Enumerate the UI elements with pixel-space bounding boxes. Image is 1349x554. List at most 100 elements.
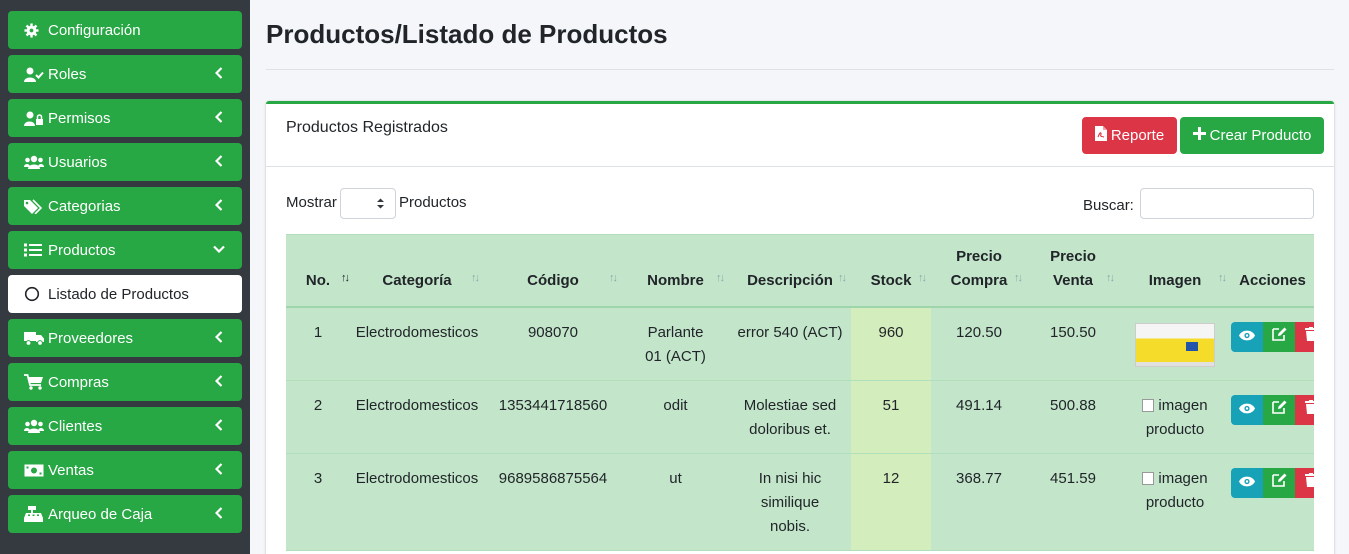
th-codigo[interactable]: Código ↑↓ xyxy=(484,235,622,307)
th-label: Código xyxy=(527,272,579,289)
users-icon xyxy=(24,154,46,170)
sidebar-item-listado-productos[interactable]: Listado de Productos xyxy=(8,275,242,313)
broken-image-icon xyxy=(1142,472,1155,485)
sidebar-item-roles[interactable]: Roles xyxy=(8,55,242,93)
list-icon xyxy=(24,242,46,258)
th-label: Nombre xyxy=(647,272,704,289)
chevron-left-icon xyxy=(212,198,226,212)
sidebar-item-categorias[interactable]: Categorias xyxy=(8,187,242,225)
th-label: Descripción xyxy=(747,272,833,289)
cell-stock: 51 xyxy=(851,381,931,453)
chevron-left-icon xyxy=(212,374,226,388)
sidebar-item-permisos[interactable]: Permisos xyxy=(8,99,242,137)
cell-categoria: Electrodomesticos xyxy=(355,397,479,414)
cell-acciones xyxy=(1231,308,1314,380)
delete-button[interactable] xyxy=(1295,468,1314,498)
th-no[interactable]: No. ↑↓ xyxy=(286,235,350,307)
create-label: Crear Producto xyxy=(1209,127,1312,144)
sort-icon: ↑↓ xyxy=(471,272,480,284)
cell-descripcion: In nisi hic similique nobis. xyxy=(758,470,822,535)
sidebar-item-label: Permisos xyxy=(48,109,111,127)
view-button[interactable] xyxy=(1231,395,1263,425)
show-label: Mostrar xyxy=(286,194,337,211)
search-input[interactable] xyxy=(1140,188,1314,219)
main-content: Productos/Listado de Productos Productos… xyxy=(250,0,1349,554)
chevron-left-icon xyxy=(212,462,226,476)
edit-button[interactable] xyxy=(1263,468,1295,498)
table-row: 2 Electrodomesticos 1353441718560 odit M… xyxy=(286,381,1314,454)
th-categoria[interactable]: Categoría ↑↓ xyxy=(350,235,484,307)
sidebar-item-label: Ventas xyxy=(48,461,94,479)
cell-nombre: odit xyxy=(663,397,688,414)
sidebar-item-usuarios[interactable]: Usuarios xyxy=(8,143,242,181)
sidebar-item-productos[interactable]: Productos xyxy=(8,231,242,269)
sidebar-item-compras[interactable]: Compras xyxy=(8,363,242,401)
cash-register-icon xyxy=(24,506,46,522)
cell-descripcion: error 540 (ACT) xyxy=(737,324,843,341)
th-label: Precio Venta xyxy=(1050,248,1096,289)
cell-acciones xyxy=(1231,454,1314,550)
edit-icon xyxy=(1271,325,1287,349)
th-stock[interactable]: Stock ↑↓ xyxy=(851,235,931,307)
view-button[interactable] xyxy=(1231,322,1263,352)
cell-precio-venta: 500.88 xyxy=(1050,397,1096,414)
file-pdf-icon xyxy=(1094,126,1107,145)
cell-no: 1 xyxy=(313,324,323,341)
broken-image-icon xyxy=(1142,399,1155,412)
cart-icon xyxy=(24,374,46,390)
action-buttons xyxy=(1231,322,1314,352)
view-button[interactable] xyxy=(1231,468,1263,498)
sidebar-item-clientes[interactable]: Clientes xyxy=(8,407,242,445)
sort-icon: ↑↓ xyxy=(1106,272,1115,284)
cell-codigo: 908070 xyxy=(527,324,579,341)
sidebar-item-label: Clientes xyxy=(48,417,103,435)
th-precio-compra[interactable]: Precio Compra ↑↓ xyxy=(931,235,1027,307)
create-product-button[interactable]: Crear Producto xyxy=(1180,117,1324,154)
card-header: Productos Registrados Reporte Crear Prod… xyxy=(266,104,1334,167)
truck-icon xyxy=(24,330,46,346)
search-label: Buscar: xyxy=(1083,197,1134,214)
user-lock-icon xyxy=(24,110,46,126)
edit-button[interactable] xyxy=(1263,322,1295,352)
cell-precio-venta: 150.50 xyxy=(1050,324,1096,341)
action-buttons xyxy=(1231,395,1314,425)
image-alt-text: imagen producto xyxy=(1145,397,1208,438)
cell-precio-compra: 120.50 xyxy=(956,324,1002,341)
chevron-left-icon xyxy=(212,330,226,344)
chevron-left-icon xyxy=(212,66,226,80)
sidebar-item-configuracion[interactable]: Configuración xyxy=(8,11,242,49)
sidebar-item-ventas[interactable]: Ventas xyxy=(8,451,242,489)
products-table: No. ↑↓ Categoría ↑↓ Código ↑↓ Nombre ↑↓ Desc… xyxy=(286,234,1314,551)
chevron-down-icon xyxy=(212,242,226,256)
th-nombre[interactable]: Nombre ↑↓ xyxy=(622,235,729,307)
th-descripcion[interactable]: Descripción ↑↓ xyxy=(729,235,851,307)
sidebar-item-label: Proveedores xyxy=(48,329,134,347)
action-buttons xyxy=(1231,468,1314,498)
sidebar-item-arqueo-caja[interactable]: Arqueo de Caja xyxy=(8,495,242,533)
sort-icon: ↑↓ xyxy=(716,272,725,284)
cell-descripcion: Molestiae sed doloribus et. xyxy=(743,397,837,438)
sidebar-item-label: Configuración xyxy=(48,21,141,39)
card-title: Productos Registrados xyxy=(286,119,448,136)
delete-button[interactable] xyxy=(1295,322,1314,352)
cell-precio-compra: 491.14 xyxy=(956,397,1002,414)
sidebar-item-label: Usuarios xyxy=(48,153,108,171)
sort-icon: ↑↓ xyxy=(918,272,927,284)
report-button[interactable]: Reporte xyxy=(1082,117,1177,154)
th-imagen[interactable]: Imagen ↑↓ xyxy=(1119,235,1231,307)
sidebar-item-proveedores[interactable]: Proveedores xyxy=(8,319,242,357)
th-label: Categoría xyxy=(382,272,452,289)
edit-button[interactable] xyxy=(1263,395,1295,425)
cell-imagen: imagen producto xyxy=(1119,454,1231,550)
delete-button[interactable] xyxy=(1295,395,1314,425)
page-length-select[interactable] xyxy=(340,188,396,219)
th-precio-venta[interactable]: Precio Venta ↑↓ xyxy=(1027,235,1119,307)
cell-nombre: ut xyxy=(669,470,682,487)
cell-categoria: Electrodomesticos xyxy=(355,324,479,341)
sort-icon: ↑↓ xyxy=(609,272,618,284)
cell-no: 3 xyxy=(313,470,323,487)
cell-categoria: Electrodomesticos xyxy=(355,470,479,487)
sidebar: Configuración Roles Permisos Usuarios Ca… xyxy=(0,0,250,554)
eye-icon xyxy=(1239,398,1255,422)
cell-precio-compra: 368.77 xyxy=(956,470,1002,487)
